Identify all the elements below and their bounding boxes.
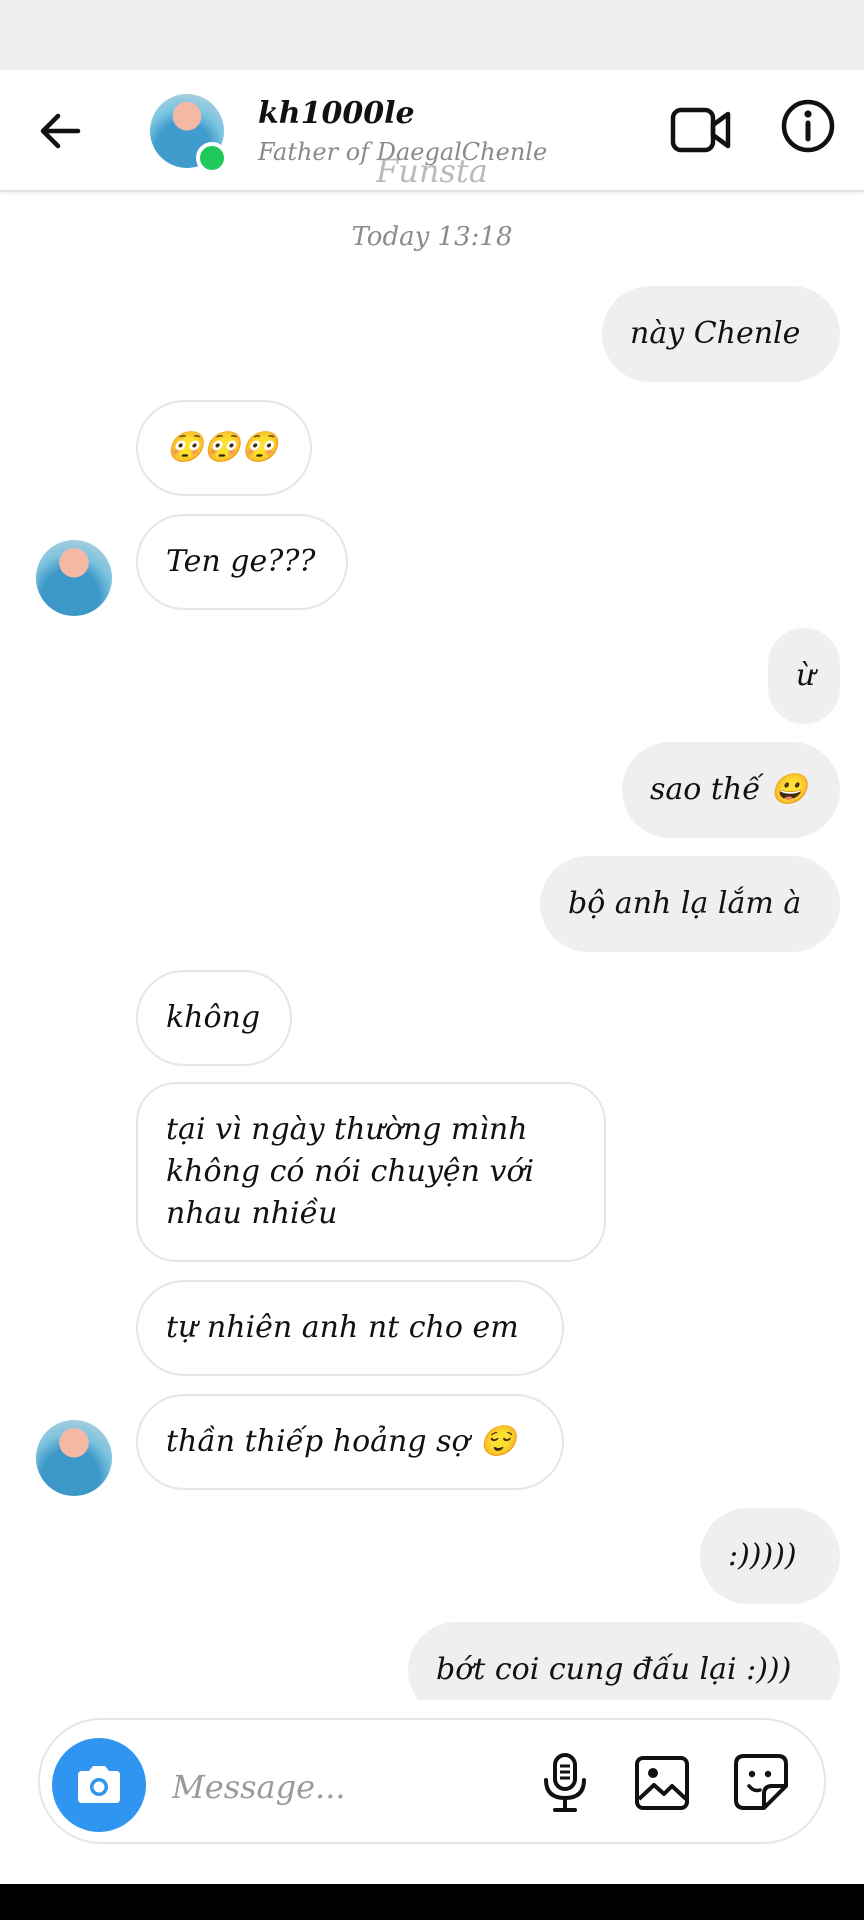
message-list[interactable]: Today 13:18 này Chenle 😳😳😳 Ten ge??? ừ s…	[0, 190, 864, 1700]
microphone-icon[interactable]	[540, 1752, 590, 1814]
camera-icon	[78, 1766, 120, 1803]
online-indicator	[196, 142, 228, 174]
message-outgoing[interactable]: ừ	[768, 628, 840, 724]
avatar[interactable]	[36, 1420, 112, 1496]
system-navigation-bar	[0, 1884, 864, 1920]
message-input[interactable]	[170, 1758, 514, 1816]
message-incoming[interactable]: 😳😳😳	[136, 400, 312, 496]
sticker-icon[interactable]	[732, 1752, 790, 1812]
status-bar	[0, 0, 864, 70]
arrow-left-icon[interactable]	[34, 105, 86, 157]
info-icon[interactable]	[780, 98, 836, 154]
message-outgoing[interactable]: bớt coi cung đấu lại :)))	[408, 1622, 840, 1700]
video-camera-icon[interactable]	[670, 100, 732, 160]
message-incoming[interactable]: tự nhiên anh nt cho em	[136, 1280, 564, 1376]
message-outgoing[interactable]: :)))))	[700, 1508, 840, 1604]
message-outgoing[interactable]: này Chenle	[602, 286, 840, 382]
message-incoming[interactable]: không	[136, 970, 292, 1066]
message-incoming[interactable]: thần thiếp hoảng sợ 😌	[136, 1394, 564, 1490]
message-incoming[interactable]: tại vì ngày thường mình không có nói chu…	[136, 1082, 606, 1262]
contact-username[interactable]: kh1000le	[258, 96, 415, 131]
message-incoming[interactable]: Ten ge???	[136, 514, 348, 610]
message-outgoing[interactable]: bộ anh lạ lắm à	[540, 856, 840, 952]
image-icon[interactable]	[634, 1755, 690, 1811]
timestamp: Today 13:18	[351, 222, 513, 252]
camera-button[interactable]	[52, 1738, 146, 1832]
watermark: Funsta	[376, 152, 488, 190]
message-outgoing[interactable]: sao thế 😀	[622, 742, 840, 838]
chat-header: kh1000le Father of DaegalChenle Funsta	[0, 70, 864, 192]
avatar[interactable]	[36, 540, 112, 616]
